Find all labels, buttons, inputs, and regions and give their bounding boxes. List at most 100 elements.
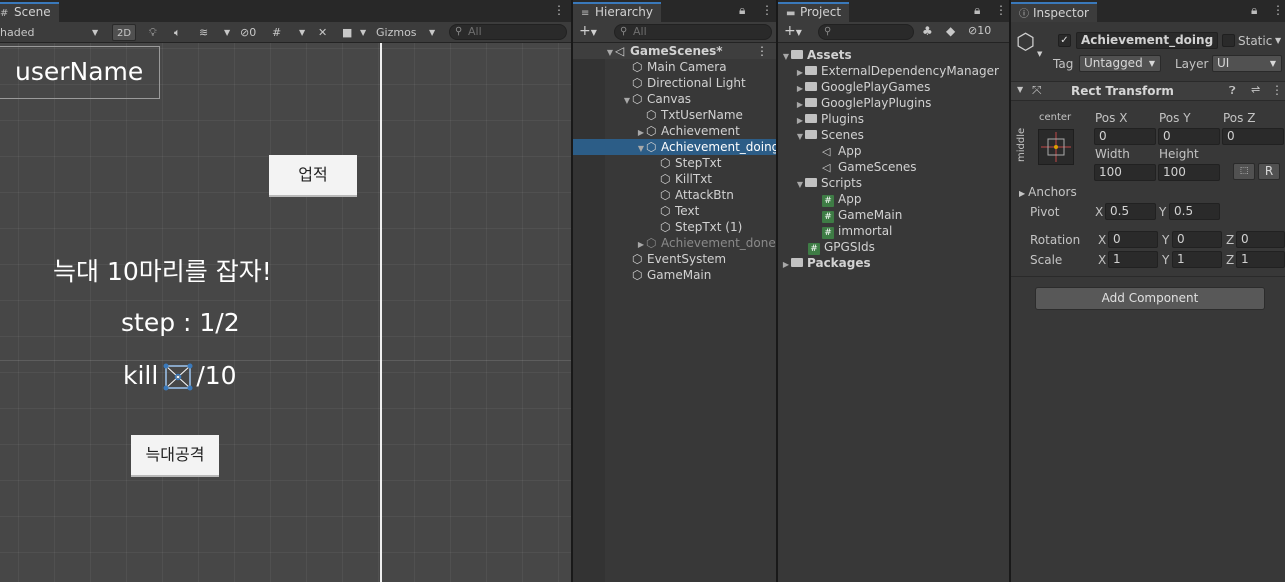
hierarchy-item-eventsystem[interactable]: ⬡ EventSystem — [573, 251, 776, 267]
lock-icon[interactable]: 🔒︎ — [974, 3, 980, 18]
camera-icon[interactable]: ■ — [342, 24, 352, 41]
add-object-icon[interactable]: +▼ — [579, 23, 597, 39]
pos-x-field[interactable]: 0 — [1094, 128, 1156, 145]
active-checkbox[interactable]: ✓ — [1058, 34, 1071, 47]
pos-z-field[interactable]: 0 — [1222, 128, 1284, 145]
help-icon[interactable]: ❓︎ — [1229, 84, 1236, 98]
scale-y-field[interactable]: 1 — [1172, 251, 1222, 268]
hierarchy-item-txtusername[interactable]: ⬡ TxtUserName — [573, 107, 776, 123]
component-menu-icon[interactable]: ⋮ — [1271, 83, 1283, 97]
presets-icon[interactable]: ⇌ — [1251, 83, 1260, 96]
static-dropdown-icon[interactable]: ▼ — [1275, 36, 1281, 45]
blueprint-mode-button[interactable]: ⬚ — [1233, 163, 1255, 180]
project-item-script-app[interactable]: # App — [778, 191, 1009, 207]
tag-dropdown[interactable]: Untagged ▼ — [1079, 55, 1161, 72]
pos-y-field[interactable]: 0 — [1158, 128, 1220, 145]
hierarchy-item-achievement[interactable]: ▶ ⬡ Achievement — [573, 123, 776, 139]
hierarchy-item-directional-light[interactable]: ⬡ Directional Light — [573, 75, 776, 91]
project-item-googleplaygames[interactable]: ▶ GooglePlayGames — [778, 79, 1009, 95]
lighting-toggle-icon[interactable]: 💡︎ — [149, 24, 157, 41]
lock-icon[interactable]: 🔒︎ — [739, 3, 745, 18]
scene-search-input[interactable]: ⚲ All — [449, 24, 567, 40]
project-item-script-immortal[interactable]: # immortal — [778, 223, 1009, 239]
project-item-script-gpgsids[interactable]: # GPGSIds — [778, 239, 1009, 255]
hierarchy-item-main-camera[interactable]: ⬡ Main Camera — [573, 59, 776, 75]
width-field[interactable]: 100 — [1094, 164, 1156, 181]
rect-transform-header[interactable]: ▼ ⤧ Rect Transform ❓︎ ⇌ ⋮ — [1011, 81, 1285, 101]
scene-viewport[interactable] — [0, 43, 571, 582]
step-text[interactable]: step : 1/2 — [121, 308, 240, 337]
hierarchy-item-achievement-doing[interactable]: ▼ ⬡ Achievement_doing — [573, 139, 776, 155]
lock-icon[interactable]: 🔒︎ — [1251, 3, 1257, 18]
effects-dropdown-icon[interactable]: ▼ — [224, 24, 230, 41]
tab-inspector[interactable]: ⓘ Inspector — [1011, 2, 1097, 22]
effects-toggle-icon[interactable]: ≋ — [199, 24, 208, 41]
achievement-button[interactable]: 업적 — [269, 155, 357, 197]
anchors-foldout[interactable]: ▶ Anchors — [1019, 185, 1077, 199]
layer-dropdown[interactable]: UI ▼ — [1212, 55, 1282, 72]
gameobject-cube-icon[interactable]: ⬡ — [1016, 30, 1035, 55]
gizmos-button[interactable]: Gizmos — [376, 24, 417, 41]
rotation-x-field[interactable]: 0 — [1108, 231, 1158, 248]
project-item-packages[interactable]: ▶ Packages — [778, 255, 1009, 271]
project-menu-icon[interactable]: ⋮ — [995, 3, 1007, 17]
hidden-packages-toggle[interactable]: ⊘10 — [968, 24, 991, 37]
pivot-y-field[interactable]: 0.5 — [1169, 203, 1220, 220]
gizmos-dropdown-icon[interactable]: ▼ — [429, 24, 435, 41]
hierarchy-item-killtxt[interactable]: ⬡ KillTxt — [573, 171, 776, 187]
icon-dropdown-icon[interactable]: ▼ — [1037, 50, 1042, 58]
anchor-presets-button[interactable] — [1038, 129, 1074, 165]
filter-by-type-icon[interactable]: ♣ — [922, 24, 933, 38]
project-item-assets[interactable]: ▼ Assets — [778, 47, 1009, 63]
project-item-script-gamemain[interactable]: # GameMain — [778, 207, 1009, 223]
height-field[interactable]: 100 — [1158, 164, 1220, 181]
scene-menu-icon[interactable]: ⋮ — [553, 3, 565, 17]
hierarchy-item-text[interactable]: ⬡ Text — [573, 203, 776, 219]
toggle-2d-button[interactable]: 2D — [112, 24, 137, 41]
rotation-z-field[interactable]: 0 — [1236, 231, 1285, 248]
rotation-y-field[interactable]: 0 — [1172, 231, 1222, 248]
scale-x-field[interactable]: 1 — [1108, 251, 1158, 268]
project-item-scene-gamescenes[interactable]: ◁ GameScenes — [778, 159, 1009, 175]
hierarchy-item-steptxt[interactable]: ⬡ StepTxt — [573, 155, 776, 171]
hierarchy-item-achievement-done[interactable]: ▶ ⬡ Achievement_done — [573, 235, 776, 251]
hierarchy-item-gamemain[interactable]: ⬡ GameMain — [573, 267, 776, 283]
grid-toggle-icon[interactable]: # — [272, 24, 281, 41]
attack-button[interactable]: 늑대공격 — [131, 435, 219, 477]
rect-transform-gizmo-icon[interactable] — [163, 363, 193, 391]
project-item-scene-app[interactable]: ◁ App — [778, 143, 1009, 159]
add-component-button[interactable]: Add Component — [1035, 287, 1265, 310]
audio-toggle-icon[interactable]: 🔈︎ — [174, 24, 181, 41]
hierarchy-item-attackbtn[interactable]: ⬡ AttackBtn — [573, 187, 776, 203]
project-search-input[interactable]: ⚲ — [818, 24, 914, 40]
filter-by-label-icon[interactable]: ◆ — [946, 24, 955, 38]
create-asset-icon[interactable]: +▼ — [784, 23, 802, 39]
grid-dropdown-icon[interactable]: ▼ — [299, 24, 305, 41]
scene-root-row[interactable]: ▼ ◁ GameScenes* ⋮ — [573, 43, 776, 59]
project-item-googleplayplugins[interactable]: ▶ GooglePlayPlugins — [778, 95, 1009, 111]
pivot-x-field[interactable]: 0.5 — [1105, 203, 1156, 220]
tab-project[interactable]: ▬ Project — [778, 2, 850, 22]
scene-menu-icon[interactable]: ⋮ — [756, 43, 768, 59]
inspector-menu-icon[interactable]: ⋮ — [1272, 3, 1284, 17]
camera-dropdown-icon[interactable]: ▼ — [360, 24, 366, 41]
project-item-scenes[interactable]: ▼ Scenes — [778, 127, 1009, 143]
tools-icon[interactable]: ✕ — [318, 24, 327, 41]
hidden-objects-toggle[interactable]: ⊘0 — [240, 24, 256, 41]
shading-mode-dropdown[interactable]: haded ▼ — [0, 24, 104, 41]
mission-text[interactable]: 늑대 10마리를 잡자! — [53, 252, 272, 288]
project-item-plugins[interactable]: ▶ Plugins — [778, 111, 1009, 127]
username-text[interactable]: userName — [0, 46, 160, 99]
hierarchy-search-input[interactable]: ⚲ All — [614, 24, 772, 40]
tab-hierarchy[interactable]: ≡ Hierarchy — [573, 2, 662, 22]
project-item-externaldependencymanager[interactable]: ▶ ExternalDependencyManager — [778, 63, 1009, 79]
hierarchy-item-canvas[interactable]: ▼ ⬡ Canvas — [573, 91, 776, 107]
project-item-scripts[interactable]: ▼ Scripts — [778, 175, 1009, 191]
static-checkbox[interactable] — [1222, 34, 1235, 47]
tab-scene[interactable]: # Scene — [0, 2, 59, 22]
hierarchy-menu-icon[interactable]: ⋮ — [761, 3, 773, 17]
object-name-field[interactable]: Achievement_doing — [1076, 32, 1218, 49]
scale-z-field[interactable]: 1 — [1236, 251, 1285, 268]
hierarchy-item-steptxt-1[interactable]: ⬡ StepTxt (1) — [573, 219, 776, 235]
raw-edit-button[interactable]: R — [1258, 163, 1280, 180]
